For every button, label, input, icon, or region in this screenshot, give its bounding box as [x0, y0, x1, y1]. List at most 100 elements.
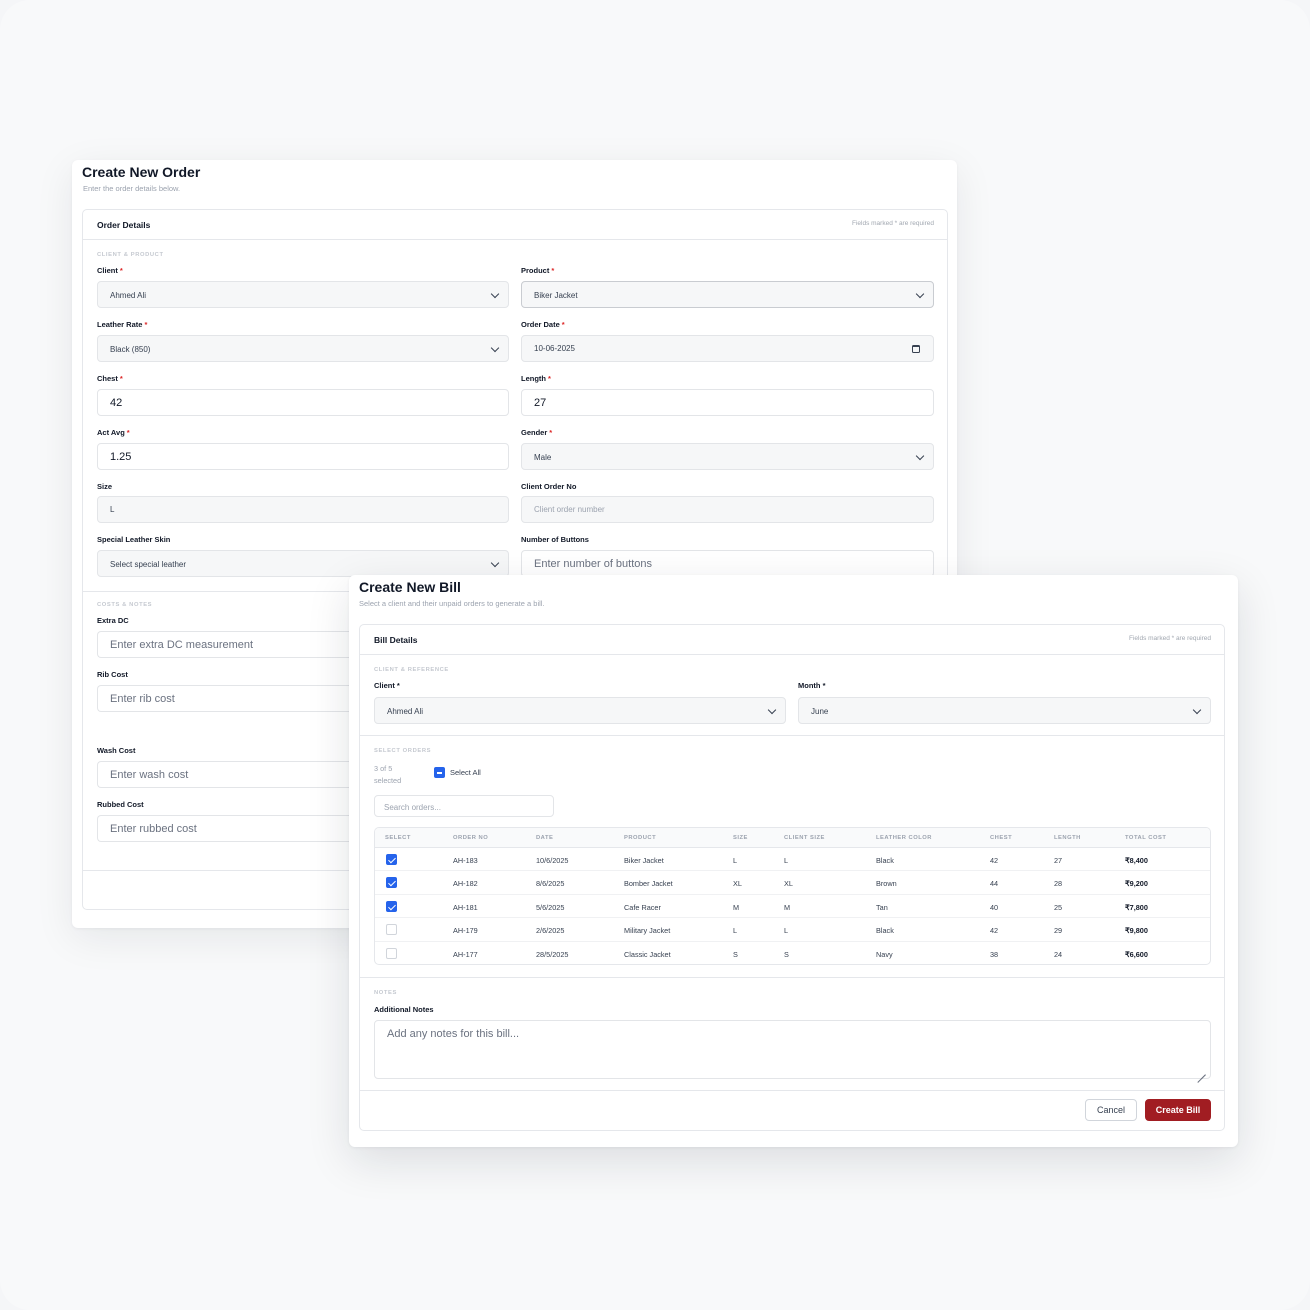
rubbed-cost-placeholder: Enter rubbed cost: [110, 823, 197, 835]
bill-page-subtitle: Select a client and their unpaid orders …: [359, 599, 545, 608]
cell-product: Cafe Racer: [624, 902, 661, 912]
rib-cost-placeholder: Enter rib cost: [110, 693, 175, 705]
product-value: Biker Jacket: [534, 291, 578, 300]
number-of-buttons-input[interactable]: Enter number of buttons: [521, 550, 934, 577]
table-header: SELECT ORDER NO DATE PRODUCT SIZE CLIENT…: [375, 828, 1210, 848]
selected-count: 3 of 5 selected: [374, 763, 401, 787]
cell-chest: 44: [990, 879, 999, 889]
select-all-toggle[interactable]: Select All: [434, 766, 494, 778]
product-select[interactable]: Biker Jacket: [521, 281, 934, 308]
cell-date: 2/6/2025: [536, 926, 565, 936]
cell-length: 29: [1054, 926, 1063, 936]
section-notes: NOTES: [374, 990, 397, 996]
size-label: Size: [97, 482, 113, 491]
cell-size: L: [733, 856, 738, 865]
cell-date: 10/6/2025: [536, 856, 569, 865]
col-select: SELECT: [385, 835, 411, 841]
orders-table: SELECT ORDER NO DATE PRODUCT SIZE CLIENT…: [374, 827, 1211, 965]
additional-notes-label: Additional Notes: [374, 1005, 434, 1014]
col-leather-color: LEATHER COLOR: [876, 835, 932, 841]
search-orders-input[interactable]: Search orders...: [374, 795, 554, 817]
leather-rate-select[interactable]: Black (850): [97, 335, 509, 362]
client-select[interactable]: Ahmed Ali: [97, 281, 509, 308]
gender-value: Male: [534, 453, 552, 462]
chest-input[interactable]: 42: [97, 389, 509, 416]
select-all-checkbox[interactable]: [434, 767, 445, 778]
table-row[interactable]: AH-182 8/6/2025 Bomber Jacket XL XL Brown 44 28…: [375, 871, 1210, 895]
cell-leather-color: Navy: [876, 949, 893, 959]
order-card-header: Order Details Fields marked * are requir…: [83, 210, 947, 240]
col-total-cost: TOTAL COST: [1125, 835, 1167, 841]
chevron-down-icon: [490, 343, 500, 353]
row-select-checkbox[interactable]: [386, 924, 397, 936]
extra-dc-placeholder: Enter extra DC measurement: [110, 639, 254, 651]
required-fields-note: Fields marked * are required: [851, 220, 934, 227]
chevron-down-icon: [490, 289, 500, 299]
cell-size: S: [733, 949, 738, 959]
size-value: L: [110, 505, 115, 514]
month-select[interactable]: June: [798, 697, 1211, 724]
calendar-icon[interactable]: [912, 345, 920, 353]
cancel-button[interactable]: Cancel: [1085, 1099, 1137, 1121]
size-input[interactable]: L: [97, 496, 509, 523]
notes-placeholder: Add any notes for this bill...: [387, 1028, 520, 1040]
row-select-checkbox[interactable]: [386, 877, 397, 889]
gender-select[interactable]: Male: [521, 443, 934, 470]
client-order-no-input[interactable]: Client order number: [521, 496, 934, 523]
table-row[interactable]: AH-177 28/5/2025 Classic Jacket S S Navy 38 24 ₹…: [375, 942, 1210, 964]
search-orders-placeholder: Search orders...: [384, 803, 441, 812]
chevron-down-icon: [767, 705, 777, 715]
chest-label: Chest *: [97, 374, 123, 383]
select-all-label: Select All: [450, 768, 481, 777]
row-select-checkbox[interactable]: [386, 947, 397, 959]
rib-cost-label: Rib Cost: [97, 670, 128, 679]
rubbed-cost-label: Rubbed Cost: [97, 800, 144, 809]
wash-cost-input[interactable]: Enter wash cost: [97, 761, 357, 788]
chevron-down-icon: [915, 289, 925, 299]
table-row[interactable]: AH-179 2/6/2025 Military Jacket L L Black 42 29…: [375, 918, 1210, 942]
table-row[interactable]: AH-181 5/6/2025 Cafe Racer M M Tan 40 25 ₹7,800: [375, 895, 1210, 919]
table-row[interactable]: AH-183 10/6/2025 Biker Jacket L L Black 42 27 ₹8…: [375, 848, 1210, 872]
act-avg-input[interactable]: 1.25: [97, 443, 509, 470]
footer-divider: [360, 1090, 1224, 1091]
chest-value: 42: [110, 397, 123, 409]
row-select-checkbox[interactable]: [386, 854, 397, 865]
bill-client-select[interactable]: Ahmed Ali: [374, 697, 786, 724]
col-client-size: CLIENT SIZE: [784, 835, 825, 841]
length-input[interactable]: 27: [521, 389, 934, 416]
bill-client-label: Client *: [374, 681, 400, 690]
selected-count-number: 3 of 5: [374, 764, 393, 773]
cell-product: Biker Jacket: [624, 856, 664, 865]
cell-leather-color: Brown: [876, 879, 897, 889]
resize-handle-icon[interactable]: [1198, 1067, 1206, 1075]
cell-client-size: XL: [784, 879, 793, 889]
row-select-checkbox[interactable]: [386, 900, 397, 912]
bill-card-title: Bill Details: [374, 635, 418, 645]
chevron-down-icon: [1192, 705, 1202, 715]
cell-client-size: S: [784, 949, 789, 959]
cell-total-cost: ₹9,800: [1125, 926, 1148, 936]
cell-date: 28/5/2025: [536, 949, 569, 959]
col-size: SIZE: [733, 835, 748, 841]
product-label: Product *: [521, 266, 555, 275]
cell-order-no: AH-182: [453, 879, 478, 889]
cell-length: 27: [1054, 856, 1063, 865]
leather-rate-label: Leather Rate *: [97, 320, 148, 329]
rubbed-cost-input[interactable]: Enter rubbed cost: [97, 815, 357, 842]
rib-cost-input[interactable]: Enter rib cost: [97, 685, 357, 712]
special-leather-label: Special Leather Skin: [97, 535, 171, 544]
order-date-input[interactable]: 10-06-2025: [521, 335, 934, 362]
special-leather-select[interactable]: Select special leather: [97, 550, 509, 577]
cell-chest: 42: [990, 926, 999, 936]
create-bill-button[interactable]: Create Bill: [1145, 1099, 1211, 1121]
order-page-subtitle: Enter the order details below.: [83, 184, 181, 193]
additional-notes-textarea[interactable]: Add any notes for this bill...: [374, 1020, 1211, 1079]
col-order-no: ORDER NO: [453, 835, 489, 841]
cell-size: L: [733, 926, 738, 936]
act-avg-value: 1.25: [110, 451, 132, 463]
cell-date: 5/6/2025: [536, 902, 565, 912]
required-fields-note: Fields marked * are required: [1128, 635, 1211, 642]
gender-label: Gender *: [521, 428, 553, 437]
cell-client-size: L: [784, 926, 789, 936]
extra-dc-input[interactable]: Enter extra DC measurement: [97, 631, 357, 658]
